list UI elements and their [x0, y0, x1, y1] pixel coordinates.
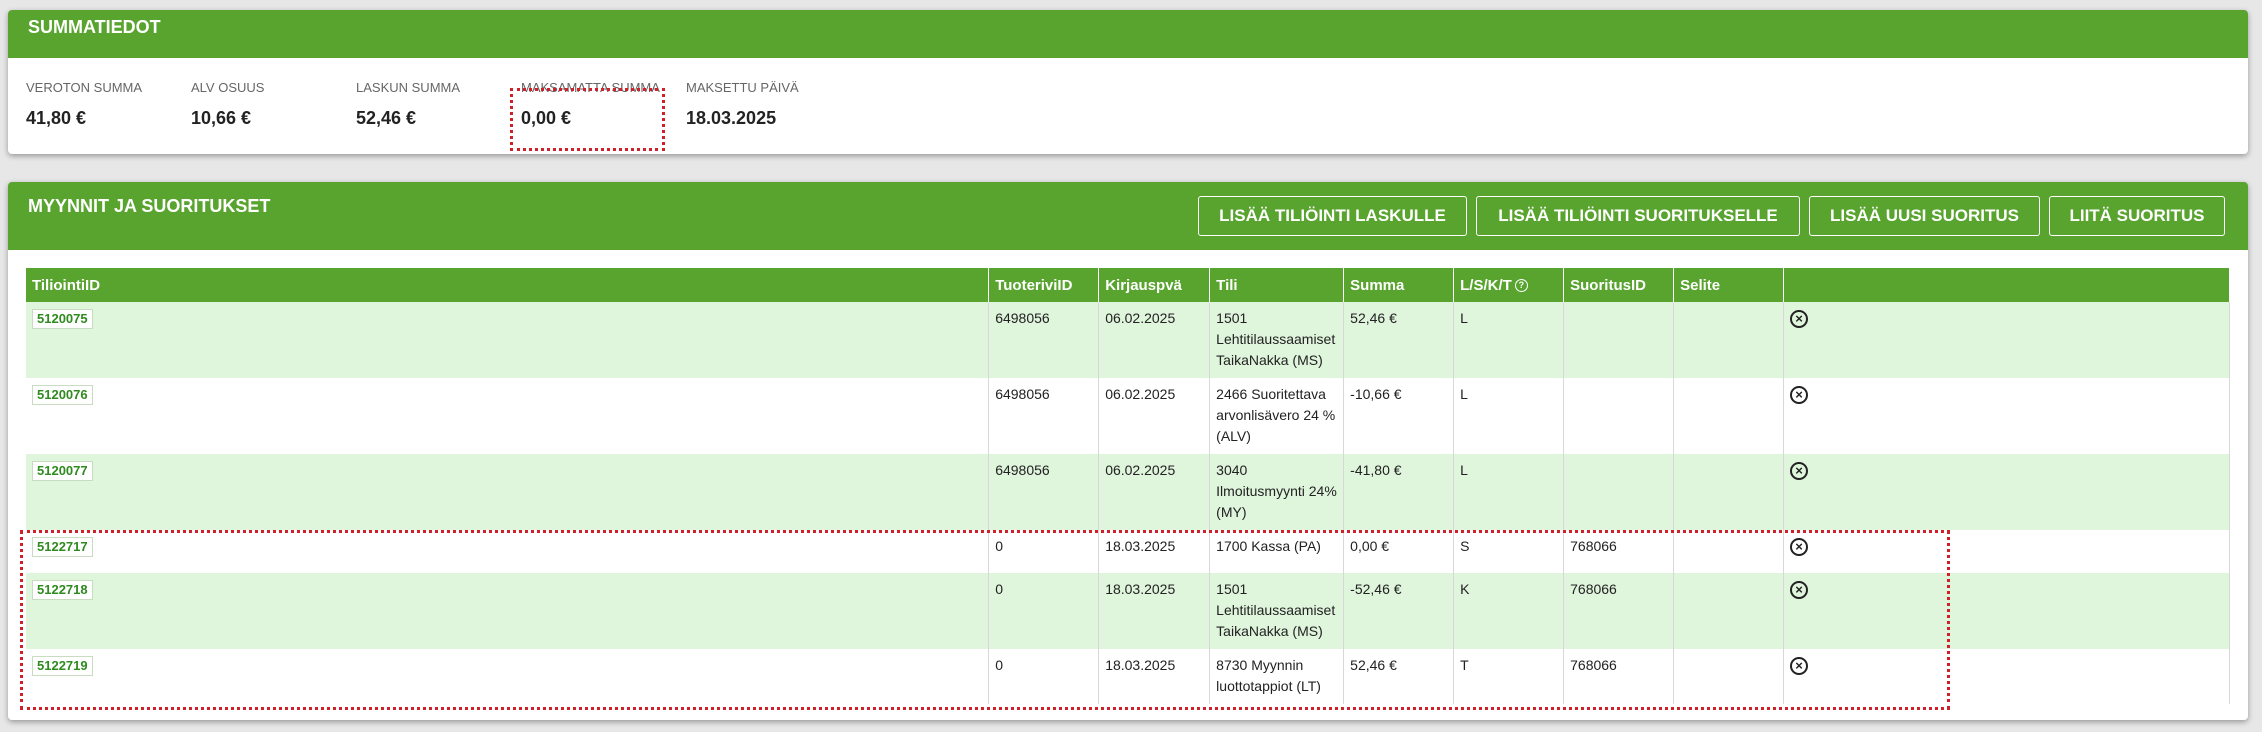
- cell-payment-id: [1563, 378, 1675, 454]
- paid-date-value: 18.03.2025: [686, 108, 777, 128]
- invoice-total-value: 52,46 €: [356, 108, 417, 128]
- attach-payment-button[interactable]: LIITÄ SUORITUS: [2049, 196, 2225, 236]
- close-circle-icon[interactable]: ×: [1790, 462, 1809, 480]
- payment-rows-highlight-box: [20, 530, 1950, 710]
- col-lskt-label: L/S/K/T: [1460, 276, 1512, 294]
- col-kirjauspva[interactable]: Kirjauspvä: [1098, 268, 1211, 302]
- net-amount: VEROTON SUMMA 41,80 €: [26, 80, 142, 129]
- add-payment-posting-button[interactable]: LISÄÄ TILIÖINTI SUORITUKSELLE: [1476, 196, 1800, 236]
- col-lskt[interactable]: L/S/K/T?: [1453, 268, 1565, 302]
- cell-date: 06.02.2025: [1098, 378, 1211, 454]
- add-new-payment-button[interactable]: LISÄÄ UUSI SUORITUS: [1809, 196, 2040, 236]
- cell-type: L: [1453, 302, 1565, 378]
- col-actions: [1783, 268, 2230, 302]
- invoice-total-label: LASKUN SUMMA: [356, 80, 461, 95]
- unpaid-highlight-box: [510, 88, 665, 151]
- cell-amount: 52,46 €: [1343, 302, 1455, 378]
- paid-date: MAKSETTU PÄIVÄ 18.03.2025: [686, 80, 799, 129]
- col-tili[interactable]: Tili: [1209, 268, 1345, 302]
- summary-values: VEROTON SUMMA 41,80 € ALV OSUUS 10,66 € …: [8, 58, 2248, 154]
- sales-header: MYYNNIT JA SUORITUKSET LISÄÄ TILIÖINTI L…: [8, 182, 2248, 250]
- cell-account: 3040 Ilmoitusmyynti 24% (MY): [1209, 454, 1345, 530]
- col-tuoteriviid[interactable]: TuoteriviID: [988, 268, 1100, 302]
- summary-panel: SUMMATIEDOT VEROTON SUMMA 41,80 € ALV OS…: [8, 10, 2248, 154]
- cell-tuoterivi: 6498056: [988, 454, 1100, 530]
- col-tiliointiid[interactable]: TiliointiID: [26, 268, 990, 302]
- cell-type: L: [1453, 454, 1565, 530]
- cell-amount: -10,66 €: [1343, 378, 1455, 454]
- question-icon[interactable]: ?: [1514, 279, 1528, 293]
- cell-description: [1673, 454, 1785, 530]
- table-header-row: TiliointiID TuoteriviID Kirjauspvä Tili …: [26, 268, 2230, 302]
- summary-title: SUMMATIEDOT: [28, 17, 161, 37]
- cell-type: L: [1453, 378, 1565, 454]
- posting-id-link[interactable]: 5120076: [32, 385, 93, 405]
- sales-panel: MYYNNIT JA SUORITUKSET LISÄÄ TILIÖINTI L…: [8, 182, 2248, 720]
- add-invoice-posting-button[interactable]: LISÄÄ TILIÖINTI LASKULLE: [1198, 196, 1467, 236]
- close-circle-icon[interactable]: ×: [1790, 310, 1809, 328]
- table-row: 5120076 6498056 06.02.2025 2466 Suoritet…: [26, 378, 2230, 454]
- cell-amount: -41,80 €: [1343, 454, 1455, 530]
- col-suoritusid[interactable]: SuoritusID: [1563, 268, 1675, 302]
- posting-id-link[interactable]: 5120075: [32, 309, 93, 329]
- summary-header: SUMMATIEDOT: [8, 10, 2248, 58]
- cell-date: 06.02.2025: [1098, 302, 1211, 378]
- vat-amount-label: ALV OSUUS: [191, 80, 265, 95]
- cell-payment-id: [1563, 302, 1675, 378]
- cell-tuoterivi: 6498056: [988, 378, 1100, 454]
- sales-title: MYYNNIT JA SUORITUKSET: [28, 196, 271, 216]
- net-amount-value: 41,80 €: [26, 108, 87, 128]
- table-row: 5120077 6498056 06.02.2025 3040 Ilmoitus…: [26, 454, 2230, 530]
- cell-payment-id: [1563, 454, 1675, 530]
- invoice-total: LASKUN SUMMA 52,46 €: [356, 80, 460, 129]
- posting-id-link[interactable]: 5120077: [32, 461, 93, 481]
- cell-date: 06.02.2025: [1098, 454, 1211, 530]
- vat-amount-value: 10,66 €: [191, 108, 252, 128]
- cell-account: 1501 Lehtitilaussaamiset TaikaNakka (MS): [1209, 302, 1345, 378]
- vat-amount: ALV OSUUS 10,66 €: [191, 80, 264, 129]
- cell-tuoterivi: 6498056: [988, 302, 1100, 378]
- col-selite[interactable]: Selite: [1673, 268, 1785, 302]
- close-circle-icon[interactable]: ×: [1790, 386, 1809, 404]
- cell-account: 2466 Suoritettava arvonlisävero 24 % (AL…: [1209, 378, 1345, 454]
- table-row: 5120075 6498056 06.02.2025 1501 Lehtitil…: [26, 302, 2230, 378]
- col-summa[interactable]: Summa: [1343, 268, 1455, 302]
- paid-date-label: MAKSETTU PÄIVÄ: [686, 80, 799, 95]
- cell-description: [1673, 378, 1785, 454]
- net-amount-label: VEROTON SUMMA: [26, 80, 143, 95]
- cell-description: [1673, 302, 1785, 378]
